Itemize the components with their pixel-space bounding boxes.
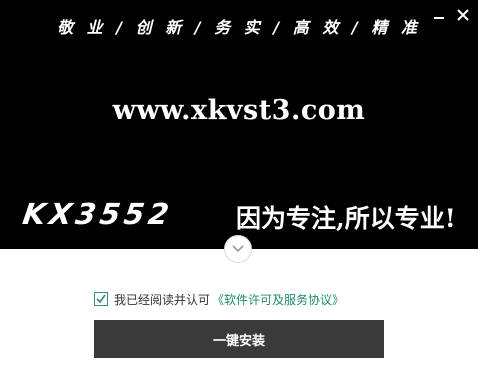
- close-button[interactable]: [454, 6, 472, 24]
- agreement-row: 我已经阅读并认可 《软件许可及服务协议》: [94, 290, 344, 308]
- checkmark-icon: [96, 294, 106, 304]
- banner: 敬 业 / 创 新 / 务 实 / 高 效 / 精 准 www.xkvst3.c…: [0, 0, 478, 249]
- brand-logo-text: KX3552: [20, 197, 175, 231]
- license-agreement-link[interactable]: 《软件许可及服务协议》: [212, 291, 344, 308]
- install-button[interactable]: 一键安装: [94, 320, 384, 358]
- installer-window: 敬 业 / 创 新 / 务 实 / 高 效 / 精 准 www.xkvst3.c…: [0, 0, 478, 387]
- slogan: 敬 业 / 创 新 / 务 实 / 高 效 / 精 准: [57, 18, 421, 37]
- chevron-down-icon: [232, 245, 244, 253]
- tagline: 因为专注,所以专业!: [236, 204, 456, 233]
- website-text: www.xkvst3.com: [112, 95, 366, 126]
- minimize-icon: [434, 17, 444, 19]
- minimize-button[interactable]: [430, 6, 448, 24]
- close-icon: [457, 9, 469, 21]
- expand-options-button[interactable]: [224, 235, 252, 263]
- agreement-text: 我已经阅读并认可: [114, 292, 211, 307]
- agreement-checkbox[interactable]: [94, 292, 108, 306]
